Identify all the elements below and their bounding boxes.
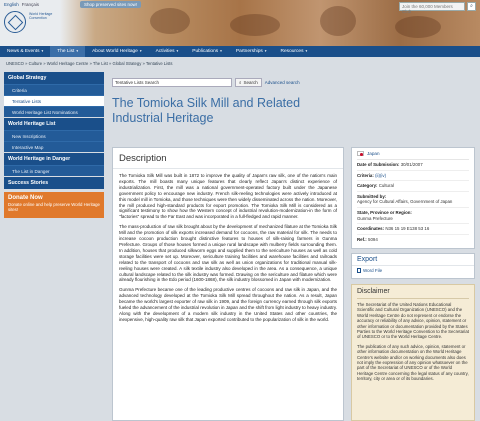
sidebar-heading-world-heritage-list[interactable]: World Heritage List bbox=[4, 118, 104, 130]
japan-flag-icon bbox=[357, 151, 364, 156]
info-label: Submitted by: bbox=[357, 193, 387, 199]
promo-link[interactable]: Shop preserved sites now! bbox=[80, 1, 142, 8]
property-info-panel: Japan Date of Submission: 30/01/2007 Cri… bbox=[351, 147, 475, 249]
info-label: Coordinates: bbox=[357, 226, 385, 232]
chevron-down-icon: ▾ bbox=[138, 49, 142, 53]
sidebar-heading-success-stories[interactable]: Success Stories bbox=[4, 177, 104, 189]
search-button-label: Search bbox=[243, 80, 258, 85]
info-value: 30/01/2007 bbox=[400, 162, 423, 167]
banner-rock-art bbox=[150, 8, 190, 34]
tentative-search-input[interactable]: Tentative Lists Search bbox=[112, 78, 232, 87]
info-row-ref: Ref.: 5094 bbox=[357, 235, 469, 245]
country-row[interactable]: Japan bbox=[357, 151, 469, 160]
nav-news-events[interactable]: News & Events ▾ bbox=[0, 46, 50, 57]
description-heading: Description bbox=[113, 148, 343, 169]
nav-label: Activities bbox=[155, 49, 175, 54]
tentative-search: Tentative Lists Search ⌕ Search Advanced… bbox=[112, 78, 300, 87]
sidebar-item-list-in-danger[interactable]: The List in Danger bbox=[4, 165, 104, 176]
chevron-down-icon: ▾ bbox=[304, 49, 308, 53]
info-row-coordinates: Coordinates: N36 15 19 E138 53 16 bbox=[357, 224, 469, 235]
sidebar-item-interactive-map[interactable]: Interactive Map bbox=[4, 141, 104, 152]
nav-label: Partnerships bbox=[235, 49, 263, 54]
banner-rock-art bbox=[395, 16, 441, 38]
nav-partnerships[interactable]: Partnerships ▾ bbox=[229, 46, 274, 57]
word-file-link[interactable]: Word File bbox=[352, 266, 474, 275]
info-row-criteria: Criteria: (ii)(iv) bbox=[357, 171, 469, 182]
nav-the-list[interactable]: The List ▾ bbox=[50, 46, 86, 57]
country-name: Japan bbox=[367, 151, 380, 156]
nav-publications[interactable]: Publications ▾ bbox=[185, 46, 229, 57]
nav-label: News & Events bbox=[7, 49, 40, 54]
info-row-date: Date of Submission: 30/01/2007 bbox=[357, 160, 469, 171]
header-banner: English Français Shop preserved sites no… bbox=[0, 0, 480, 46]
language-switcher: English Français bbox=[4, 2, 39, 7]
nav-about[interactable]: About World Heritage ▾ bbox=[85, 46, 149, 57]
unesco-emblem-icon bbox=[4, 11, 26, 33]
lang-french[interactable]: Français bbox=[22, 2, 39, 7]
sidebar-item-tentative-lists[interactable]: Tentative Lists bbox=[4, 95, 104, 106]
info-value: 5094 bbox=[368, 236, 378, 242]
description-paragraph: The Tomioka Silk Mill was built in 1872 … bbox=[119, 173, 337, 220]
description-paragraph: The mass-production of raw silk brought … bbox=[119, 224, 337, 283]
main-nav: News & Events ▾ The List ▾ About World H… bbox=[0, 46, 480, 57]
export-heading: Export bbox=[352, 254, 474, 266]
info-label: Category: bbox=[357, 183, 378, 189]
search-icon[interactable]: ⌕ bbox=[467, 2, 476, 11]
info-value: Gunma Prefecture bbox=[357, 215, 393, 221]
header-search-input[interactable]: Join the 60,000 Members Club bbox=[399, 2, 465, 14]
word-file-label: Word File bbox=[363, 268, 383, 273]
chevron-down-icon: ▾ bbox=[219, 49, 222, 53]
sidebar-item-new-inscriptions[interactable]: New Inscriptions bbox=[4, 130, 104, 141]
org-name: World Heritage Convention bbox=[29, 12, 53, 20]
chevron-down-icon: ▾ bbox=[175, 49, 179, 53]
sidebar-item-nominations[interactable]: World Heritage List Nominations bbox=[4, 106, 104, 117]
search-icon: ⌕ bbox=[239, 80, 242, 85]
chevron-down-icon: ▾ bbox=[75, 49, 79, 53]
disclaimer-panel: Disclaimer The Secretariat of the United… bbox=[351, 284, 475, 421]
donate-text: Donate online and help preserve World He… bbox=[8, 202, 100, 212]
nav-label: Publications bbox=[192, 49, 219, 54]
banner-rock-art bbox=[230, 14, 280, 36]
description-panel: Description The Tomioka Silk Mill was bu… bbox=[112, 147, 344, 421]
lang-english[interactable]: English bbox=[4, 2, 19, 7]
info-label: State, Province or Region: bbox=[357, 209, 412, 215]
info-label: Ref.: bbox=[357, 236, 367, 242]
sidebar-item-criteria[interactable]: Criteria bbox=[4, 84, 104, 95]
sidebar: Global Strategy Criteria Tentative Lists… bbox=[4, 72, 104, 218]
disclaimer-paragraph: The publication of any such advice, opin… bbox=[357, 343, 469, 382]
info-label: Criteria: bbox=[357, 172, 374, 178]
description-paragraph: Gunma Prefecture became one of the leadi… bbox=[119, 287, 337, 322]
info-row-category: Category: Cultural bbox=[357, 181, 469, 192]
banner-rock-art bbox=[320, 6, 356, 36]
document-icon bbox=[357, 268, 361, 273]
page-title: The Tomioka Silk Mill and Related Indust… bbox=[112, 96, 301, 125]
chevron-down-icon: ▾ bbox=[40, 49, 44, 53]
info-value: N36 15 19 E138 53 16 bbox=[385, 226, 430, 232]
info-value: Cultural bbox=[378, 183, 394, 189]
nav-resources[interactable]: Resources ▾ bbox=[274, 46, 315, 57]
donate-banner[interactable]: Donate Now Donate online and help preser… bbox=[4, 192, 104, 218]
nav-label: The List bbox=[57, 49, 75, 54]
info-row-submitted-by: Submitted by: Agency for Cultural Affairs… bbox=[357, 192, 469, 208]
info-value: Agency for Cultural Affairs, Government … bbox=[357, 199, 453, 205]
criteria-link[interactable]: (ii)(iv) bbox=[375, 173, 386, 178]
nav-activities[interactable]: Activities ▾ bbox=[149, 46, 186, 57]
unesco-logo[interactable]: World Heritage Convention bbox=[4, 9, 58, 41]
chevron-down-icon: ▾ bbox=[263, 49, 267, 53]
nav-label: Resources bbox=[280, 49, 304, 54]
info-label: Date of Submission: bbox=[357, 162, 400, 167]
disclaimer-paragraph: The Secretariat of the United Nations Ed… bbox=[357, 302, 469, 340]
nav-label: About World Heritage bbox=[92, 49, 138, 54]
disclaimer-heading: Disclaimer bbox=[357, 288, 469, 299]
donate-title: Donate Now bbox=[8, 195, 43, 201]
breadcrumb[interactable]: UNESCO » Culture » World Heritage Centre… bbox=[6, 61, 172, 66]
search-button[interactable]: ⌕ Search bbox=[235, 78, 262, 87]
sidebar-heading-global-strategy[interactable]: Global Strategy bbox=[4, 72, 104, 84]
advanced-search-link[interactable]: Advanced search bbox=[265, 80, 300, 85]
header-search: Join the 60,000 Members Club ⌕ bbox=[399, 2, 476, 14]
sidebar-heading-in-danger[interactable]: World Heritage in Danger bbox=[4, 153, 104, 165]
export-panel: Export Word File bbox=[351, 253, 475, 279]
info-row-region: State, Province or Region: Gunma Prefectu… bbox=[357, 208, 469, 225]
